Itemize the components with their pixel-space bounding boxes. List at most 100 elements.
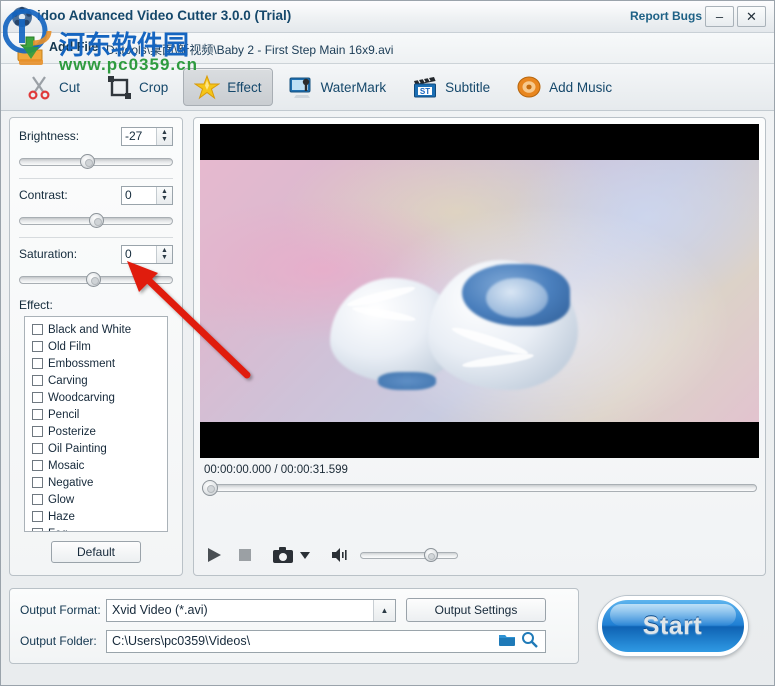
output-format-value: Xvid Video (*.avi)	[112, 603, 208, 617]
effect-item-label: Haze	[48, 510, 75, 523]
chevron-up-icon[interactable]: ▲	[373, 599, 395, 621]
contrast-spinner[interactable]: 0 ▲ ▼	[121, 185, 173, 205]
effect-checkbox[interactable]	[32, 426, 43, 437]
effect-item[interactable]: Embossment	[32, 355, 167, 372]
effect-item[interactable]: Mosaic	[32, 457, 167, 474]
tab-add-music[interactable]: Add Music	[505, 68, 623, 106]
saturation-slider[interactable]	[19, 271, 173, 289]
brightness-slider-thumb[interactable]	[79, 154, 95, 169]
effect-checkbox[interactable]	[32, 528, 43, 531]
chevron-down-icon[interactable]: ▼	[161, 254, 168, 261]
chevron-down-icon[interactable]: ▼	[161, 195, 168, 202]
saturation-value[interactable]: 0	[122, 246, 156, 263]
contrast-value[interactable]: 0	[122, 187, 156, 204]
play-button[interactable]	[204, 545, 224, 565]
close-button[interactable]: ✕	[737, 6, 766, 27]
saturation-spinner[interactable]: 0 ▲ ▼	[121, 244, 173, 264]
brightness-spinner[interactable]: -27 ▲ ▼	[121, 126, 173, 146]
volume-slider-track	[360, 552, 458, 559]
effects-panel: Brightness: -27 ▲ ▼ Contrast: 0 ▲ ▼ Satu…	[9, 117, 183, 576]
output-folder-value[interactable]: C:\Users\pc0359\Videos\	[107, 634, 498, 648]
seek-slider-track	[202, 484, 757, 492]
chevron-up-icon[interactable]: ▲	[161, 129, 168, 136]
stop-button[interactable]	[236, 546, 254, 564]
snapshot-dropdown-button[interactable]	[299, 549, 311, 561]
tab-effect-label: Effect	[227, 79, 262, 95]
effect-checkbox[interactable]	[32, 358, 43, 369]
effect-item-label: Old Film	[48, 340, 91, 353]
effect-checkbox[interactable]	[32, 477, 43, 488]
output-settings-button[interactable]: Output Settings	[406, 598, 546, 622]
effect-item[interactable]: Posterize	[32, 423, 167, 440]
contrast-control: Contrast: 0 ▲ ▼	[19, 185, 173, 238]
folder-icon[interactable]	[498, 632, 518, 650]
tab-cut[interactable]: Cut	[15, 68, 91, 106]
effect-item[interactable]: Woodcarving	[32, 389, 167, 406]
effect-checkbox[interactable]	[32, 341, 43, 352]
file-bar: Add File D:\tools\桌面\新视频\Baby 2 - First …	[1, 33, 774, 64]
effect-item[interactable]: Haze	[32, 508, 167, 525]
contrast-stepper[interactable]: ▲ ▼	[156, 186, 172, 204]
scissors-icon	[28, 76, 50, 100]
contrast-slider-thumb[interactable]	[89, 213, 104, 228]
effect-checkbox-list[interactable]: Black and White Old Film Embossment Carving…	[24, 316, 168, 532]
watermark-icon	[289, 77, 311, 98]
chevron-up-icon[interactable]: ▲	[161, 247, 168, 254]
default-button[interactable]: Default	[51, 541, 141, 563]
tab-watermark-label: WaterMark	[320, 79, 387, 95]
effect-checkbox[interactable]	[32, 494, 43, 505]
effect-item[interactable]: Glow	[32, 491, 167, 508]
effect-checkbox[interactable]	[32, 375, 43, 386]
volume-slider-thumb[interactable]	[423, 548, 438, 562]
output-folder-input[interactable]: C:\Users\pc0359\Videos\	[106, 629, 546, 653]
volume-button[interactable]	[331, 547, 351, 563]
effect-item[interactable]: Negative	[32, 474, 167, 491]
tab-subtitle[interactable]: ST Subtitle	[401, 68, 501, 106]
snapshot-camera-icon	[273, 547, 293, 563]
effect-checkbox[interactable]	[32, 443, 43, 454]
video-preview[interactable]	[200, 124, 759, 458]
add-file-label[interactable]: Add File	[49, 40, 98, 54]
timecode-display: 00:00:00.000 / 00:00:31.599	[204, 464, 348, 476]
output-format-select[interactable]: Xvid Video (*.avi) ▲	[106, 598, 396, 622]
tab-watermark[interactable]: WaterMark	[277, 68, 398, 106]
effect-checkbox[interactable]	[32, 460, 43, 471]
tab-effect[interactable]: Effect	[183, 68, 273, 106]
search-icon[interactable]	[521, 631, 541, 651]
add-file-icon[interactable]	[15, 34, 45, 62]
effect-item-label: Fog	[48, 528, 68, 532]
seek-slider-thumb[interactable]	[202, 480, 218, 496]
start-button[interactable]: Start	[597, 596, 748, 656]
report-bugs-link[interactable]: Report Bugs	[630, 9, 702, 23]
saturation-stepper[interactable]: ▲ ▼	[156, 245, 172, 263]
brightness-slider[interactable]	[19, 153, 173, 171]
tab-crop[interactable]: Crop	[95, 68, 179, 106]
effect-item-label: Oil Painting	[48, 442, 107, 455]
seek-slider[interactable]	[202, 480, 757, 496]
contrast-slider[interactable]	[19, 212, 173, 230]
effect-checkbox[interactable]	[32, 511, 43, 522]
video-frame	[200, 160, 759, 422]
effect-item[interactable]: Old Film	[32, 338, 167, 355]
saturation-slider-thumb[interactable]	[85, 272, 101, 287]
snapshot-button[interactable]	[272, 546, 294, 564]
tab-add-music-label: Add Music	[549, 79, 613, 95]
effect-item[interactable]: Black and White	[32, 321, 167, 338]
minimize-button[interactable]: –	[705, 6, 734, 27]
effect-checkbox[interactable]	[32, 392, 43, 403]
effect-checkbox[interactable]	[32, 409, 43, 420]
effect-checkbox[interactable]	[32, 324, 43, 335]
volume-slider[interactable]	[360, 548, 458, 562]
effect-item[interactable]: Carving	[32, 372, 167, 389]
letterbox-bottom	[200, 422, 759, 458]
application-window: idoo Advanced Video Cutter 3.0.0 (Trial)…	[0, 0, 775, 686]
brightness-slider-track	[19, 158, 173, 166]
effect-item[interactable]: Fog	[32, 525, 167, 532]
chevron-down-icon[interactable]: ▼	[161, 136, 168, 143]
effect-item[interactable]: Pencil	[32, 406, 167, 423]
effect-item-label: Mosaic	[48, 459, 85, 472]
brightness-value[interactable]: -27	[122, 128, 156, 145]
chevron-up-icon[interactable]: ▲	[161, 188, 168, 195]
effect-item[interactable]: Oil Painting	[32, 440, 167, 457]
brightness-stepper[interactable]: ▲ ▼	[156, 127, 172, 145]
